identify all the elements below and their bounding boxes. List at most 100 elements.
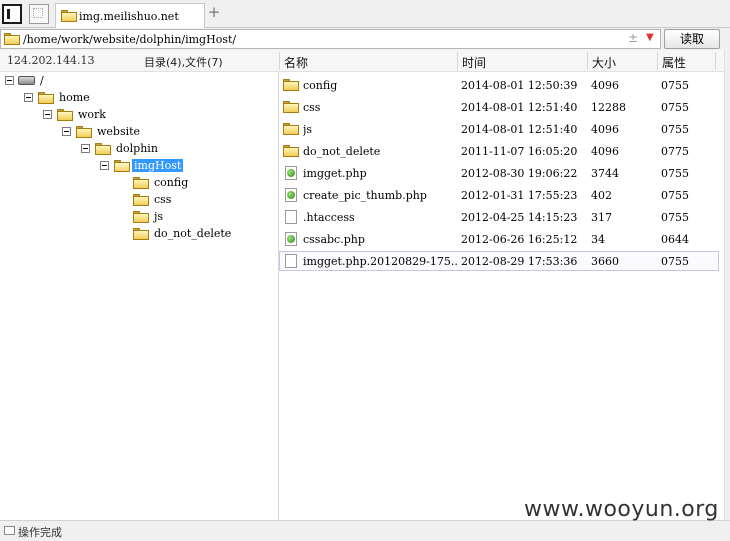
drive-icon	[18, 76, 35, 85]
tree-node-label: config	[154, 176, 189, 189]
collapse-icon[interactable]	[62, 127, 71, 136]
folder-icon	[38, 92, 54, 104]
header-divider	[457, 52, 458, 70]
folder-open-icon	[114, 160, 130, 172]
collapse-icon[interactable]	[81, 144, 90, 153]
file-time: 2012-08-29 17:53:36	[461, 255, 578, 268]
add-tab-button[interactable]: +	[207, 5, 221, 20]
file-name: imgget.php.20120829-175...	[303, 255, 459, 268]
file-row[interactable]: imgget.php 2012-08-30 19:06:22 3744 0755	[279, 163, 719, 183]
file-row[interactable]: .htaccess 2012-04-25 14:15:23 317 0755	[279, 207, 719, 227]
folder-icon	[4, 33, 20, 45]
file-row[interactable]: create_pic_thumb.php 2012-01-31 17:55:23…	[279, 185, 719, 205]
tree-node-css[interactable]: css	[0, 192, 270, 209]
file-perm: 0755	[661, 189, 689, 202]
header-divider	[715, 52, 716, 70]
file-name: create_pic_thumb.php	[303, 189, 427, 202]
file-time: 2014-08-01 12:51:40	[461, 101, 578, 114]
tree-node-imghost[interactable]: imgHost	[0, 158, 270, 175]
tree-node-dolphin[interactable]: dolphin	[0, 141, 270, 158]
tree-node-label: do_not_delete	[154, 227, 232, 240]
file-size: 12288	[591, 101, 626, 114]
collapse-icon[interactable]	[100, 161, 109, 170]
file-perm: 0755	[661, 255, 689, 268]
file-size: 402	[591, 189, 612, 202]
file-row[interactable]: css 2014-08-01 12:51:40 12288 0755	[279, 97, 719, 117]
file-icon	[285, 210, 297, 224]
tree-node-home[interactable]: home	[0, 90, 270, 107]
tree-node-label: /	[40, 74, 44, 87]
file-icon	[285, 254, 297, 268]
tree-node-label: website	[97, 125, 141, 138]
path-input[interactable]: /home/work/website/dolphin/imgHost/ ± ▼	[0, 29, 661, 49]
tree-node-root[interactable]: /	[0, 73, 270, 90]
sidebar-toggle-button[interactable]	[2, 4, 22, 24]
item-counts: 目录(4),文件(7)	[144, 56, 223, 69]
file-time: 2011-11-07 16:05:20	[461, 145, 578, 158]
file-size: 34	[591, 233, 605, 246]
file-row[interactable]: config 2014-08-01 12:50:39 4096 0755	[279, 75, 719, 95]
file-row-selected[interactable]: imgget.php.20120829-175... 2012-08-29 17…	[279, 251, 719, 271]
tree-node-label: imgHost	[132, 159, 184, 172]
file-size: 4096	[591, 79, 619, 92]
tree-node-website[interactable]: website	[0, 124, 270, 141]
file-time: 2012-04-25 14:15:23	[461, 211, 578, 224]
read-button[interactable]: 读取	[664, 29, 720, 49]
column-header-size[interactable]: 大小	[592, 54, 616, 71]
tab-site[interactable]: img.meilishuo.net	[55, 3, 205, 29]
collapse-icon[interactable]	[5, 76, 14, 85]
file-name: imgget.php	[303, 167, 367, 180]
tree-node-label: css	[154, 193, 172, 206]
address-bar: /home/work/website/dolphin/imgHost/ ± ▼ …	[0, 28, 730, 50]
column-header-time[interactable]: 时间	[462, 54, 486, 71]
tree-node-work[interactable]: work	[0, 107, 270, 124]
folder-icon	[133, 228, 149, 240]
file-perm: 0755	[661, 211, 689, 224]
header-divider	[279, 52, 280, 70]
folder-icon	[76, 126, 92, 138]
tree-node-do-not-delete[interactable]: do_not_delete	[0, 226, 270, 243]
panel-icon	[7, 9, 17, 19]
collapse-icon[interactable]	[24, 93, 33, 102]
folder-icon	[95, 143, 111, 155]
file-name: css	[303, 101, 321, 114]
file-time: 2012-01-31 17:55:23	[461, 189, 578, 202]
file-size: 3660	[591, 255, 619, 268]
bookmark-icon[interactable]: ±	[628, 31, 638, 45]
path-text: /home/work/website/dolphin/imgHost/	[23, 33, 237, 46]
directory-tree: / home work website dolphin imgHost conf…	[0, 72, 279, 520]
collapse-icon[interactable]	[43, 110, 52, 119]
watermark: www.wooyun.org	[524, 497, 719, 522]
file-time: 2014-08-01 12:50:39	[461, 79, 578, 92]
file-row[interactable]: js 2014-08-01 12:51:40 4096 0755	[279, 119, 719, 139]
file-row[interactable]: do_not_delete 2011-11-07 16:05:20 4096 0…	[279, 141, 719, 161]
file-name: config	[303, 79, 338, 92]
column-header-perm[interactable]: 属性	[662, 54, 686, 71]
column-header-name[interactable]: 名称	[284, 54, 308, 71]
file-name: .htaccess	[303, 211, 355, 224]
file-name: cssabc.php	[303, 233, 365, 246]
folder-icon	[133, 194, 149, 206]
blank-page-icon	[33, 8, 43, 18]
chevron-down-icon[interactable]: ▼	[646, 32, 654, 43]
file-row[interactable]: cssabc.php 2012-06-26 16:25:12 34 0644	[279, 229, 719, 249]
file-name: do_not_delete	[303, 145, 381, 158]
folder-icon	[283, 101, 299, 113]
file-perm: 0644	[661, 233, 689, 246]
file-time: 2012-08-30 19:06:22	[461, 167, 578, 180]
file-size: 4096	[591, 123, 619, 136]
file-size: 4096	[591, 145, 619, 158]
status-icon	[4, 526, 15, 535]
vertical-scrollbar[interactable]	[724, 50, 730, 520]
tree-node-config[interactable]: config	[0, 175, 270, 192]
tree-node-label: dolphin	[116, 142, 158, 155]
folder-icon	[133, 177, 149, 189]
php-file-icon	[285, 232, 297, 246]
file-perm: 0755	[661, 79, 689, 92]
tree-node-label: js	[154, 210, 164, 223]
tree-node-js[interactable]: js	[0, 209, 270, 226]
tree-node-label: home	[59, 91, 90, 104]
file-time: 2012-06-26 16:25:12	[461, 233, 578, 246]
file-time: 2014-08-01 12:51:40	[461, 123, 578, 136]
new-session-button[interactable]	[29, 4, 49, 24]
